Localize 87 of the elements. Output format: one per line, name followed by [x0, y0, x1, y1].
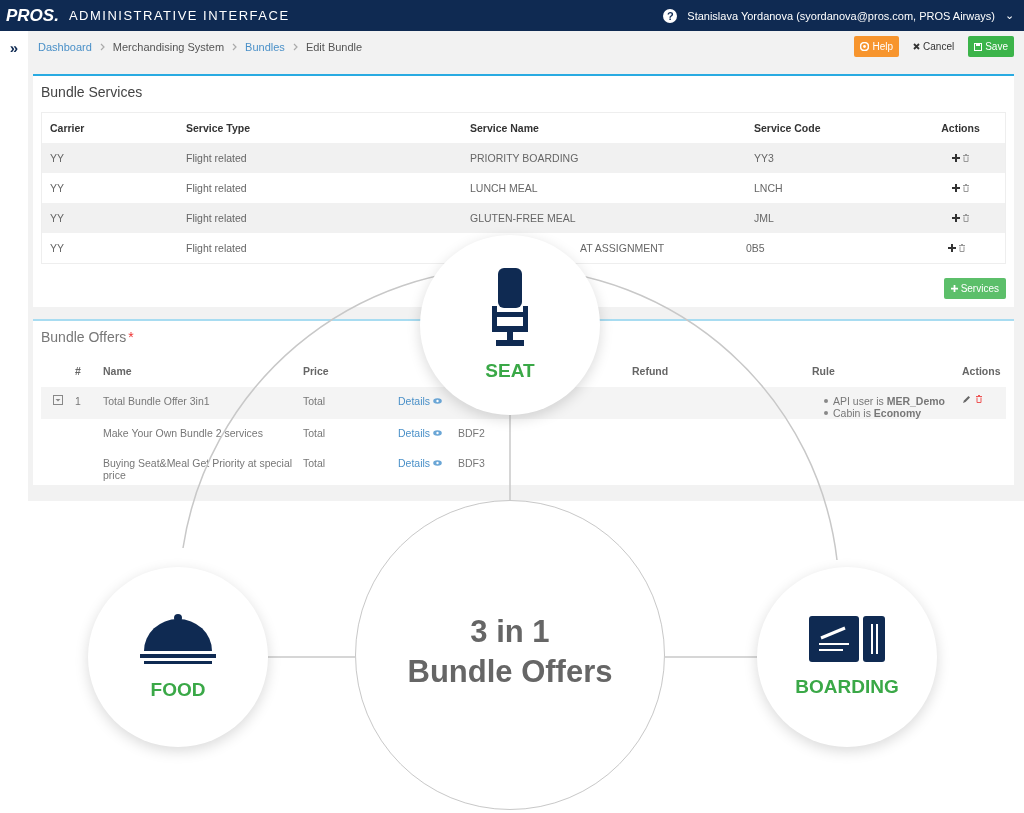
app-title: ADMINISTRATIVE INTERFACE	[68, 8, 290, 23]
help-icon[interactable]: ?	[663, 8, 678, 23]
table-cell-text: LNCH	[753, 182, 784, 194]
bullet-icon	[824, 399, 828, 403]
table-cell: 1	[75, 395, 81, 407]
ticket-icon	[809, 616, 885, 662]
table-cell-text: Buying Seat&Meal Get Priority at special price	[103, 456, 294, 481]
table-cell-text: Flight related	[185, 182, 248, 194]
rule-text: API user is MER_Demo	[833, 395, 946, 407]
column-header: Actions	[940, 122, 981, 134]
column-header: Service Code	[753, 122, 822, 134]
column-header: Service Name	[469, 122, 540, 134]
add-icon[interactable]	[952, 154, 960, 162]
column-header: Carrier	[49, 122, 86, 134]
pencil-icon[interactable]	[962, 395, 971, 404]
trash-icon[interactable]	[959, 244, 965, 252]
add-icon[interactable]	[948, 244, 956, 252]
breadcrumb-item: Merchandising System	[112, 40, 225, 53]
required-mark: *	[128, 329, 134, 345]
column-header: Refund	[632, 364, 670, 377]
table-cell-text: Flight related	[185, 242, 248, 254]
breadcrumb-item[interactable]: Bundles	[245, 40, 285, 53]
breadcrumb-item: Edit Bundle	[305, 40, 363, 53]
eye-icon[interactable]	[433, 430, 443, 436]
table-cell: BDF2	[458, 427, 485, 439]
close-icon	[913, 43, 921, 50]
table-cell-text: Total Bundle Offer 3in1	[103, 394, 211, 407]
center-title: 3 in 1 Bundle Offers	[407, 612, 613, 691]
table-cell-text: Flight related	[185, 152, 248, 164]
table-cell-text: YY	[49, 152, 65, 164]
table-cell-text: YY3	[753, 152, 775, 164]
column-header: Price	[303, 364, 330, 377]
sidebar-toggle[interactable]: »	[9, 39, 19, 56]
help-button[interactable]: Help	[854, 36, 900, 57]
breadcrumb-item[interactable]: Dashboard	[38, 40, 92, 53]
table-cell-text: AT ASSIGNMENT	[579, 242, 666, 254]
trash-icon[interactable]	[976, 395, 982, 403]
add-icon[interactable]	[952, 184, 960, 192]
details-link[interactable]: Details	[398, 427, 431, 439]
trash-icon[interactable]	[963, 214, 969, 222]
help-icon	[860, 42, 870, 51]
expand-icon[interactable]	[53, 395, 63, 405]
details-link[interactable]: Details	[398, 395, 431, 407]
save-button[interactable]: Save	[968, 36, 1014, 57]
table-cell-text: Total	[303, 426, 327, 439]
bullet-icon	[824, 411, 828, 415]
eye-icon[interactable]	[433, 460, 443, 466]
chevron-icon	[99, 42, 105, 51]
table-cell-text: 0B5	[745, 242, 766, 254]
user-menu[interactable]: Stanislava Yordanova (syordanova@pros.com, PROS Airways)	[687, 9, 995, 22]
rule-text: Cabin is Economy	[833, 407, 922, 419]
column-header: Actions	[962, 364, 1002, 377]
table-cell-text: Total	[303, 456, 327, 469]
seat-icon	[492, 268, 528, 346]
table-cell-text: YY	[49, 242, 65, 254]
save-icon	[974, 42, 983, 51]
logo: PROS.	[6, 5, 59, 26]
chevron-icon	[232, 42, 238, 51]
food-cloche-icon	[140, 613, 216, 665]
table-cell-text: YY	[49, 182, 65, 194]
feature-label: SEAT	[485, 360, 535, 382]
table-cell-text: YY	[49, 212, 65, 224]
column-header: Rule	[812, 364, 836, 377]
feature-label: BOARDING	[795, 676, 899, 698]
table-cell: BDF3	[458, 457, 485, 469]
plus-icon	[950, 285, 958, 292]
add-services-button[interactable]: Services	[943, 278, 1006, 299]
trash-icon[interactable]	[963, 184, 969, 192]
column-header: Service Type	[185, 122, 251, 134]
feature-label: FOOD	[150, 679, 206, 701]
eye-icon[interactable]	[433, 398, 443, 404]
panel-title: Bundle Offers	[41, 329, 127, 345]
trash-icon[interactable]	[963, 154, 969, 162]
table-cell-text: JML	[753, 212, 775, 224]
table-cell-text: Make Your Own Bundle 2 services	[103, 426, 264, 439]
chevron-icon	[292, 42, 298, 51]
panel-title: Bundle Services	[41, 83, 144, 102]
details-link[interactable]: Details	[398, 457, 431, 469]
add-icon[interactable]	[952, 214, 960, 222]
table-cell-text: Flight related	[185, 212, 248, 224]
table-cell-text: PRIORITY BOARDING	[469, 152, 580, 164]
table-cell-text: Total	[303, 394, 327, 407]
column-header: #	[75, 364, 82, 377]
column-header: Name	[103, 364, 133, 377]
table-cell-text: LUNCH MEAL	[469, 182, 539, 194]
caret-icon[interactable]: ⌄	[1005, 9, 1014, 22]
table-cell-text: GLUTEN-FREE MEAL	[469, 212, 577, 224]
